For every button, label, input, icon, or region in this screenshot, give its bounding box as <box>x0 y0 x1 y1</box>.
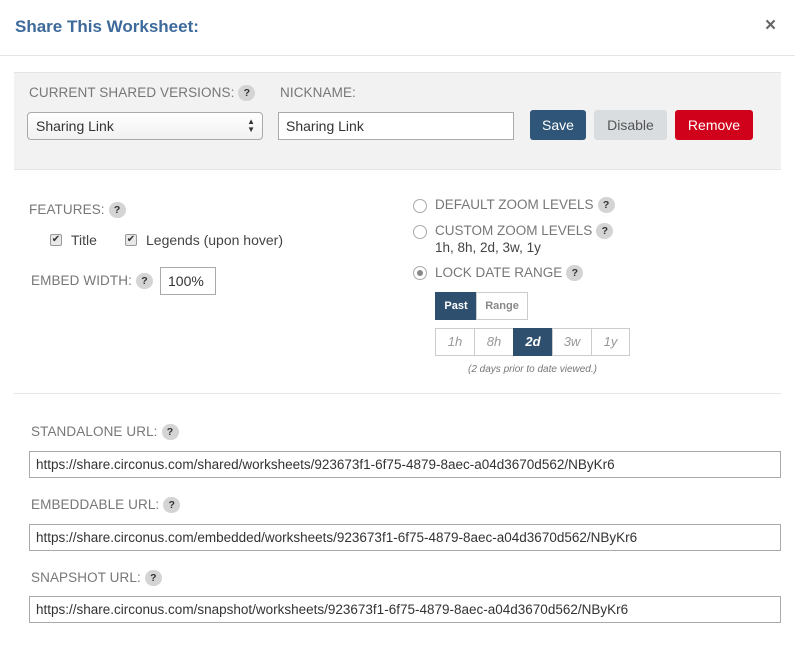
title-checkbox-label: Title <box>71 232 97 248</box>
embed-width-text: EMBED WIDTH: <box>31 273 132 288</box>
help-icon[interactable]: ? <box>238 85 256 102</box>
share-worksheet-dialog: Share This Worksheet: × CURRENT SHARED V… <box>0 0 795 647</box>
custom-zoom-levels-text: 1h, 8h, 2d, 3w, 1y <box>435 240 541 255</box>
help-icon[interactable]: ? <box>135 273 153 290</box>
embeddable-url-input[interactable]: https://share.circonus.com/embedded/work… <box>29 524 781 551</box>
default-zoom-label: DEFAULT ZOOM LEVELS? <box>435 197 615 214</box>
current-shared-versions-text: CURRENT SHARED VERSIONS: <box>29 85 235 100</box>
disable-button[interactable]: Disable <box>594 110 667 140</box>
help-icon[interactable]: ? <box>163 497 181 514</box>
dialog-header: Share This Worksheet: × <box>0 0 795 56</box>
select-arrows-icon: ▲ ▼ <box>247 117 255 134</box>
standalone-url-label: STANDALONE URL:? <box>31 424 179 441</box>
snapshot-url-text: SNAPSHOT URL: <box>31 570 141 585</box>
legends-checkbox[interactable]: ✔ <box>125 234 137 246</box>
snapshot-url-label: SNAPSHOT URL:? <box>31 570 162 587</box>
title-checkbox[interactable]: ✔ <box>50 234 62 246</box>
standalone-url-text: STANDALONE URL: <box>31 424 158 439</box>
remove-button[interactable]: Remove <box>675 110 753 140</box>
features-text: FEATURES: <box>29 202 105 217</box>
section-divider <box>14 393 781 394</box>
help-icon[interactable]: ? <box>597 197 615 214</box>
zoom-level-8h[interactable]: 8h <box>474 328 514 356</box>
range-mode-range[interactable]: Range <box>476 292 528 320</box>
shared-versions-selected: Sharing Link <box>36 118 114 134</box>
custom-zoom-text: CUSTOM ZOOM LEVELS <box>435 223 593 238</box>
default-zoom-radio[interactable] <box>413 199 427 213</box>
lock-date-range-radio[interactable] <box>413 266 427 280</box>
shared-versions-select[interactable]: Sharing Link ▲ ▼ <box>27 112 263 140</box>
zoom-level-2d[interactable]: 2d <box>513 328 553 356</box>
lock-date-range-label: LOCK DATE RANGE? <box>435 265 584 282</box>
zoom-range-note: (2 days prior to date viewed.) <box>468 364 597 375</box>
features-label: FEATURES:? <box>29 202 126 219</box>
zoom-level-3w[interactable]: 3w <box>552 328 592 356</box>
lock-date-range-text: LOCK DATE RANGE <box>435 265 563 280</box>
range-mode-past[interactable]: Past <box>435 292 477 320</box>
save-button[interactable]: Save <box>530 110 586 140</box>
zoom-level-1y[interactable]: 1y <box>591 328 630 356</box>
help-icon[interactable]: ? <box>596 223 614 240</box>
close-icon[interactable]: × <box>765 16 776 36</box>
default-zoom-text: DEFAULT ZOOM LEVELS <box>435 197 594 212</box>
snapshot-url-input[interactable]: https://share.circonus.com/snapshot/work… <box>29 596 781 623</box>
zoom-level-1h[interactable]: 1h <box>435 328 475 356</box>
embeddable-url-label: EMBEDDABLE URL:? <box>31 497 181 514</box>
help-icon[interactable]: ? <box>144 570 162 587</box>
embed-width-label: EMBED WIDTH:? <box>31 273 153 290</box>
current-shared-versions-label: CURRENT SHARED VERSIONS:? <box>29 85 256 102</box>
embeddable-url-text: EMBEDDABLE URL: <box>31 497 160 512</box>
custom-zoom-label: CUSTOM ZOOM LEVELS? <box>435 223 614 240</box>
embed-width-input[interactable]: 100% <box>160 267 216 295</box>
help-icon[interactable]: ? <box>566 265 584 282</box>
nickname-label: NICKNAME: <box>280 85 356 100</box>
custom-zoom-radio[interactable] <box>413 225 427 239</box>
legends-checkbox-label: Legends (upon hover) <box>146 232 283 248</box>
help-icon[interactable]: ? <box>108 202 126 219</box>
standalone-url-input[interactable]: https://share.circonus.com/shared/worksh… <box>29 451 781 478</box>
nickname-input[interactable]: Sharing Link <box>278 112 514 140</box>
help-icon[interactable]: ? <box>161 424 179 441</box>
dialog-title: Share This Worksheet: <box>15 17 199 36</box>
